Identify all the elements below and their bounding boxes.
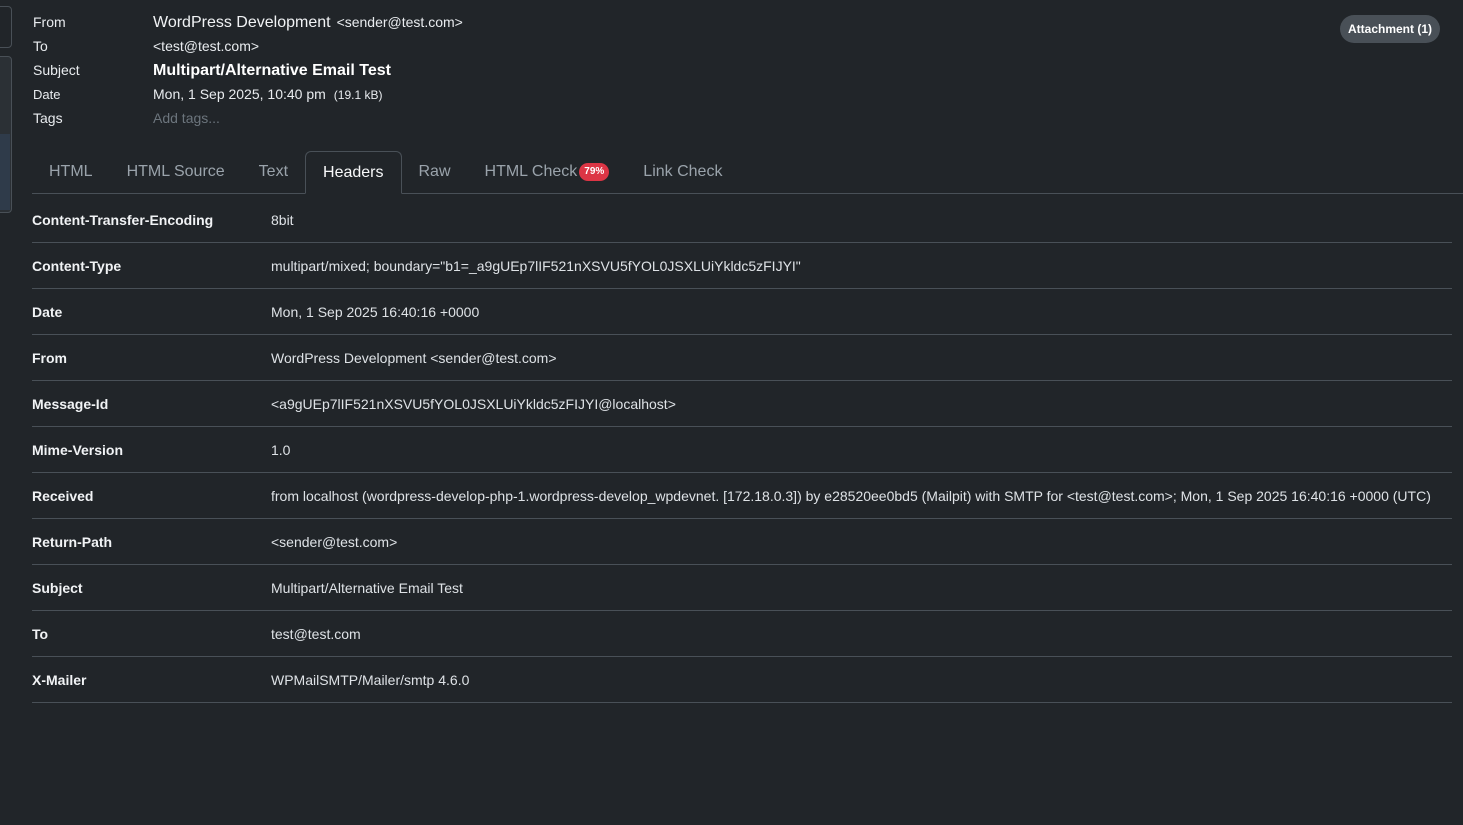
header-value: from localhost (wordpress-develop-php-1.… bbox=[271, 487, 1431, 504]
tab-text[interactable]: Text bbox=[242, 151, 305, 192]
tab-html-source-label: HTML Source bbox=[126, 163, 225, 180]
tab-html-label: HTML bbox=[49, 163, 93, 180]
meta-date-row: Date Mon, 1 Sep 2025, 10:40 pm (19.1 kB) bbox=[33, 86, 1433, 110]
table-row: Content-Transfer-Encoding 8bit bbox=[32, 197, 1452, 243]
header-value: WordPress Development <sender@test.com> bbox=[271, 349, 557, 366]
header-value: multipart/mixed; boundary="b1=_a9gUEp7lI… bbox=[271, 257, 801, 274]
header-name: From bbox=[32, 349, 67, 366]
header-value: Mon, 1 Sep 2025 16:40:16 +0000 bbox=[271, 303, 480, 320]
tab-html[interactable]: HTML bbox=[32, 151, 110, 192]
table-row: Mime-Version 1.0 bbox=[32, 427, 1452, 473]
from-name: WordPress Development bbox=[153, 14, 331, 31]
to-value[interactable]: <test@test.com> bbox=[153, 38, 259, 54]
subject-value: Multipart/Alternative Email Test bbox=[153, 62, 391, 79]
header-name: Date bbox=[32, 303, 63, 320]
header-value: 8bit bbox=[271, 211, 294, 228]
header-name: Return-Path bbox=[32, 533, 113, 550]
date-value: Mon, 1 Sep 2025, 10:40 pm bbox=[153, 86, 326, 102]
table-row: From WordPress Development <sender@test.… bbox=[32, 335, 1452, 381]
message-size: (19.1 kB) bbox=[333, 88, 383, 102]
attachment-button[interactable]: Attachment (1) bbox=[1339, 15, 1440, 43]
left-panel-control[interactable] bbox=[0, 6, 12, 48]
header-name: To bbox=[32, 625, 49, 642]
header-name: Content-Type bbox=[32, 257, 122, 274]
left-panel-edge bbox=[0, 0, 12, 825]
tab-raw-label: Raw bbox=[418, 163, 451, 180]
from-label: From bbox=[33, 14, 66, 30]
to-label: To bbox=[33, 38, 48, 54]
header-name: X-Mailer bbox=[32, 671, 87, 688]
header-name: Message-Id bbox=[32, 395, 109, 412]
tags-input[interactable]: Add tags... bbox=[153, 110, 220, 126]
tags-label: Tags bbox=[33, 110, 63, 126]
header-value: WPMailSMTP/Mailer/smtp 4.6.0 bbox=[271, 671, 470, 688]
header-value: Multipart/Alternative Email Test bbox=[271, 579, 463, 596]
table-row: X-Mailer WPMailSMTP/Mailer/smtp 4.6.0 bbox=[32, 657, 1452, 703]
table-row: Content-Type multipart/mixed; boundary="… bbox=[32, 243, 1452, 289]
header-name: Content-Transfer-Encoding bbox=[32, 211, 214, 228]
table-row: Date Mon, 1 Sep 2025 16:40:16 +0000 bbox=[32, 289, 1452, 335]
tab-link-check-label: Link Check bbox=[643, 163, 723, 180]
tab-html-check[interactable]: HTML Check 79% bbox=[468, 151, 627, 192]
tab-raw[interactable]: Raw bbox=[402, 151, 468, 192]
message-view: From WordPress Development <sender@test.c… bbox=[0, 0, 1463, 825]
subject-label: Subject bbox=[33, 62, 80, 78]
meta-tags-row: Tags Add tags... bbox=[33, 110, 1433, 134]
tab-headers-label: Headers bbox=[323, 164, 384, 181]
headers-table: Content-Transfer-Encoding 8bit Content-T… bbox=[32, 197, 1452, 703]
tab-html-source[interactable]: HTML Source bbox=[110, 151, 242, 192]
header-value: test@test.com bbox=[271, 625, 361, 642]
tab-text-label: Text bbox=[258, 163, 289, 180]
meta-subject-row: Subject Multipart/Alternative Email Test bbox=[33, 62, 1433, 86]
table-row: Message-Id <a9gUEp7lIF521nXSVU5fYOL0JSXL… bbox=[32, 381, 1452, 427]
header-value: <a9gUEp7lIF521nXSVU5fYOL0JSXLUiYkldc5zFI… bbox=[271, 395, 676, 412]
table-row: Subject Multipart/Alternative Email Test bbox=[32, 565, 1452, 611]
header-name: Received bbox=[32, 487, 94, 504]
tab-headers[interactable]: Headers bbox=[305, 151, 402, 194]
meta-to-row: To <test@test.com> bbox=[33, 38, 1433, 62]
from-email[interactable]: <sender@test.com> bbox=[337, 14, 463, 30]
message-tabs: HTML HTML Source Text Headers Raw HTML C… bbox=[32, 151, 1463, 194]
table-row: To test@test.com bbox=[32, 611, 1452, 657]
date-label: Date bbox=[33, 87, 61, 102]
message-meta: From WordPress Development <sender@test.c… bbox=[33, 14, 1433, 134]
header-name: Subject bbox=[32, 579, 83, 596]
table-row: Return-Path <sender@test.com> bbox=[32, 519, 1452, 565]
tab-html-check-label: HTML Check bbox=[484, 163, 578, 180]
header-value: 1.0 bbox=[271, 441, 291, 458]
meta-from-row: From WordPress Development <sender@test.c… bbox=[33, 14, 1433, 38]
left-panel-selected-item[interactable] bbox=[0, 134, 10, 210]
html-check-score-badge: 79% bbox=[579, 163, 610, 181]
header-value: <sender@test.com> bbox=[271, 533, 398, 550]
tab-link-check[interactable]: Link Check bbox=[626, 151, 739, 192]
header-name: Mime-Version bbox=[32, 441, 124, 458]
table-row: Received from localhost (wordpress-devel… bbox=[32, 473, 1452, 519]
